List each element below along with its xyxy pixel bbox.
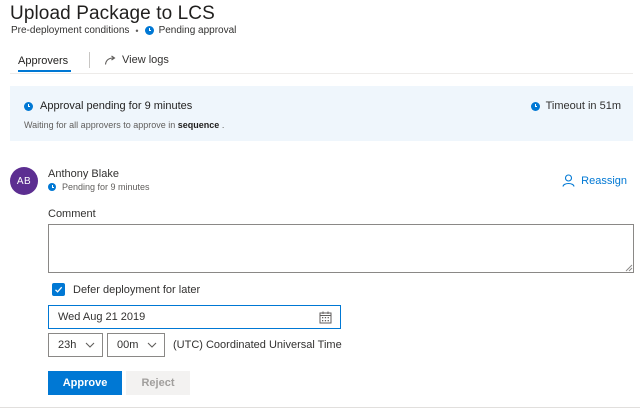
minute-value: 00m [117,339,139,351]
approver-name: Anthony Blake [48,168,119,180]
hour-value: 23h [58,339,77,351]
comment-field[interactable] [48,224,634,273]
avatar: AB [10,167,38,195]
clock-icon [530,101,540,111]
calendar-icon[interactable] [319,311,332,324]
comment-label: Comment [48,208,96,220]
tab-divider [89,52,90,68]
banner-subtitle: Waiting for all approvers to approve in … [24,120,224,130]
tab-view-logs-label: View logs [122,54,169,66]
banner-title: Approval pending for 9 minutes [24,100,192,112]
hour-dropdown[interactable]: 23h [48,333,103,357]
person-icon [562,174,575,187]
clock-icon [48,183,56,191]
date-picker[interactable]: Wed Aug 21 2019 [48,305,341,329]
tab-approvers[interactable]: Approvers [18,55,68,67]
approve-button[interactable]: Approve [48,371,122,395]
status-text: Pending approval [158,25,237,36]
divider [0,407,640,408]
reassign-label: Reassign [581,174,627,187]
approval-banner: Approval pending for 9 minutes Waiting f… [10,86,633,141]
banner-subtitle-emphasis: sequence [177,120,220,130]
tab-active-indicator [18,70,71,72]
defer-checkbox-row[interactable]: Defer deployment for later [52,283,200,296]
breadcrumb: Pre-deployment conditions • Pending appr… [11,25,236,36]
checkmark-icon [55,286,63,293]
minute-dropdown[interactable]: 00m [107,333,165,357]
chevron-down-icon [85,342,95,348]
logs-arrow-icon [104,55,116,65]
clock-icon [24,101,33,111]
banner-title-text: Approval pending for 9 minutes [40,100,193,112]
tab-bar: Approvers View logs [10,50,633,74]
timeout-indicator: Timeout in 51m [530,100,621,112]
condition-label: Pre-deployment conditions [11,25,130,36]
approver-status-text: Pending for 9 minutes [62,182,150,192]
timezone-label: (UTC) Coordinated Universal Time [173,339,342,351]
page-title: Upload Package to LCS [10,3,215,24]
banner-subtitle-suffix: . [221,120,225,130]
defer-label: Defer deployment for later [73,283,201,296]
separator-dot: • [135,25,139,36]
timeout-text: Timeout in 51m [545,100,621,112]
tab-view-logs[interactable]: View logs [104,54,169,66]
defer-checkbox[interactable] [52,283,65,296]
reassign-button[interactable]: Reassign [562,174,627,187]
approver-status: Pending for 9 minutes [48,182,150,192]
date-value: Wed Aug 21 2019 [58,311,146,323]
resize-grip-icon[interactable] [624,263,633,272]
reject-button[interactable]: Reject [126,371,190,395]
chevron-down-icon [147,342,157,348]
clock-icon [144,26,154,35]
banner-subtitle-prefix: Waiting for all approvers to approve in [24,120,176,130]
